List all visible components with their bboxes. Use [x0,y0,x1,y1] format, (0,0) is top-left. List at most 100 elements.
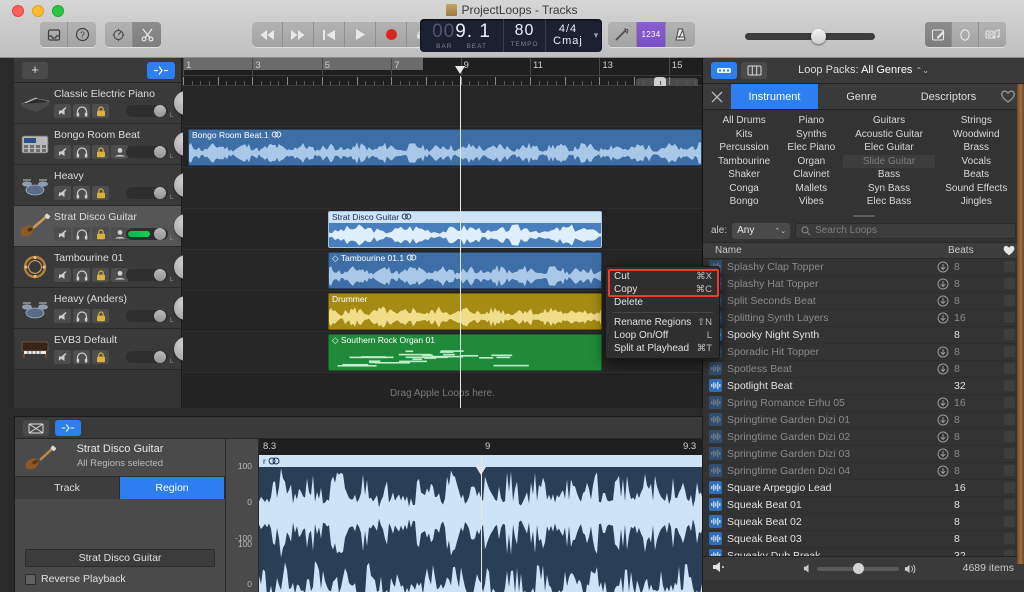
help-button[interactable]: ? [68,22,96,47]
lock-button[interactable] [92,186,109,200]
lock-button[interactable] [92,309,109,323]
scale-select[interactable]: Any ⌃⌄ [732,223,790,239]
context-menu-item[interactable]: Copy⌘C [606,283,719,296]
fader-knob[interactable] [154,146,166,158]
metronome-toggle-button[interactable] [666,22,695,47]
cycle-range[interactable] [183,58,423,70]
library-button[interactable] [40,22,68,47]
track-volume-fader[interactable] [126,351,168,363]
go-to-beginning-button[interactable] [314,22,345,47]
category-cell[interactable]: Acoustic Guitar [843,128,934,142]
media-browser-button[interactable] [979,22,1006,47]
lcd-position[interactable]: 009. 1 BARBEAT [420,19,504,52]
download-icon[interactable] [932,312,954,324]
loop-results-list[interactable]: Splashy Clap Topper 8 Splashy Hat Topper… [703,259,1024,556]
chevron-updown-icon[interactable]: ⌃⌄ [916,66,929,75]
lock-button[interactable] [92,227,109,241]
lock-button[interactable] [92,350,109,364]
editor-tab-track[interactable]: Track [15,477,120,499]
loop-list-item[interactable]: Squeak Beat 02 8 [703,514,1024,531]
loop-list-item[interactable]: Springtime Garden Dizi 03 8 [703,446,1024,463]
track-lane[interactable]: Bongo Room Beat.1 [183,127,702,168]
solo-button[interactable] [73,227,90,241]
close-icon[interactable] [703,84,731,109]
loop-browser-scrollbar[interactable] [1017,84,1024,564]
loop-list-item[interactable]: Springtime Garden Dizi 04 8 [703,463,1024,480]
smart-controls-button[interactable] [147,62,175,79]
editor-view-button[interactable] [23,420,49,436]
loop-list-item[interactable]: Squeak Beat 01 8 [703,497,1024,514]
scissors-button[interactable] [133,22,161,47]
category-cell[interactable]: Elec Bass [843,195,934,209]
category-cell[interactable]: Shaker [709,168,779,182]
category-cell[interactable]: Piano [779,114,843,128]
category-cell[interactable]: Elec Guitar [843,141,934,155]
category-cell[interactable]: Jingles [935,195,1018,209]
count-in-button[interactable]: 1234 [637,22,666,47]
loop-tab-genre[interactable]: Genre [818,84,905,109]
editor-playhead[interactable] [481,455,482,592]
track-header-row[interactable]: Bongo Room Beat L R [14,124,181,165]
metronome-button[interactable] [105,22,133,47]
fader-knob[interactable] [154,105,166,117]
category-cell[interactable]: Organ [779,155,843,169]
loop-list-item[interactable]: Splitting Synth Layers 16 [703,310,1024,327]
mute-button[interactable] [54,227,71,241]
mute-preview-button[interactable] [711,560,729,577]
category-cell[interactable]: All Drums [709,114,779,128]
track-volume-fader[interactable] [126,310,168,322]
loop-browser-button[interactable] [952,22,979,47]
panel-resizer[interactable] [703,211,1024,220]
category-cell[interactable]: Vibes [779,195,843,209]
category-cell[interactable]: Vocals [935,155,1018,169]
loop-list-item[interactable]: Splashy Hat Topper 8 [703,276,1024,293]
context-menu-item[interactable]: Cut⌘X [606,270,719,283]
category-cell[interactable]: Beats [935,168,1018,182]
playhead[interactable] [460,76,461,408]
download-icon[interactable] [932,346,954,358]
chevron-down-icon[interactable]: ▾ [590,19,602,52]
category-cell[interactable]: Mallets [779,182,843,196]
category-cell[interactable]: Strings [935,114,1018,128]
fader-knob[interactable] [154,187,166,199]
solo-button[interactable] [73,104,90,118]
download-icon[interactable] [932,414,954,426]
track-lane[interactable] [183,86,702,127]
loop-list-item[interactable]: Spring Romance Erhu 05 16 [703,395,1024,412]
region[interactable]: Drummer [328,293,602,330]
category-cell[interactable]: Kits [709,128,779,142]
editor-tab-region[interactable]: Region [120,477,225,499]
download-icon[interactable] [932,278,954,290]
track-volume-fader[interactable] [126,146,168,158]
download-icon[interactable] [932,363,954,375]
timeline-ruler[interactable]: 13579111315 [183,58,702,76]
loop-list-item[interactable]: Squeaky Dub Break 32 [703,548,1024,556]
fader-knob[interactable] [154,351,166,363]
fast-forward-button[interactable] [283,22,314,47]
add-track-button[interactable]: + [22,62,48,79]
context-menu-item[interactable]: Loop On/OffL [606,329,719,342]
lock-button[interactable] [92,268,109,282]
download-icon[interactable] [932,465,954,477]
lock-button[interactable] [92,104,109,118]
download-icon[interactable] [932,431,954,443]
loop-list-item[interactable]: Squeak Beat 03 8 [703,531,1024,548]
solo-button[interactable] [73,186,90,200]
loop-tab-descriptors[interactable]: Descriptors [905,84,992,109]
solo-button[interactable] [73,350,90,364]
editor-waveform[interactable]: 8.399.3 r [259,439,702,592]
lcd-display[interactable]: 009. 1 BARBEAT 80 TEMPO 4/4 Cmaj ▾ [420,19,602,52]
fader-knob[interactable] [154,269,166,281]
download-icon[interactable] [932,295,954,307]
reverse-playback-row[interactable]: Reverse Playback [25,573,126,585]
loop-packs-selector[interactable]: Loop Packs: All Genres ⌃⌄ [703,64,1024,76]
context-menu-item[interactable]: Delete [606,296,719,309]
preview-volume-slider[interactable] [803,566,913,572]
region-name-field[interactable]: Strat Disco Guitar [25,549,215,567]
track-volume-fader[interactable] [126,228,168,240]
lock-button[interactable] [92,145,109,159]
solo-button[interactable] [73,145,90,159]
download-icon[interactable] [932,261,954,273]
fader-knob[interactable] [154,310,166,322]
track-lane[interactable] [183,168,702,209]
